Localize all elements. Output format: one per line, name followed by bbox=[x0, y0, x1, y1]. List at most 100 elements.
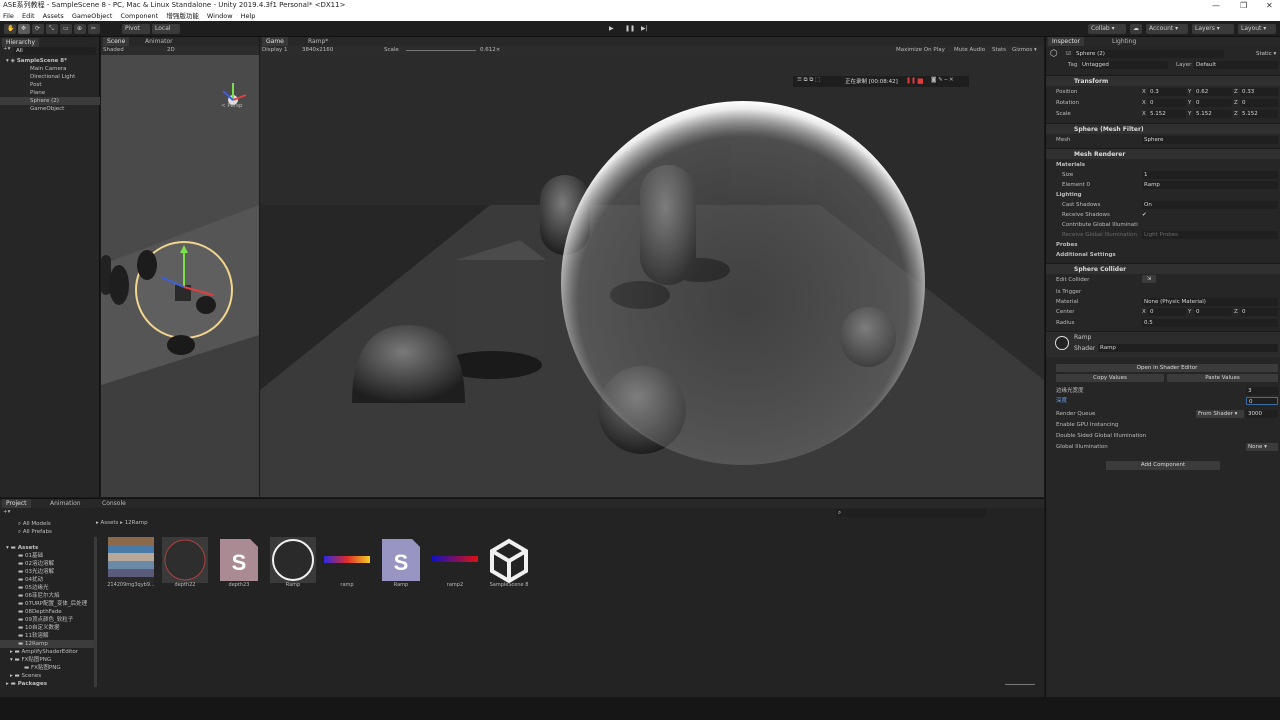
folder-item[interactable]: ▸ ▬ AmplifyShaderEditor bbox=[0, 648, 95, 656]
object-name-field[interactable]: Sphere (2) bbox=[1074, 50, 1224, 58]
move-tool-icon[interactable]: ✥ bbox=[18, 24, 30, 34]
tab-console[interactable]: Console bbox=[98, 499, 130, 508]
edge-width-field[interactable]: 3 bbox=[1246, 387, 1278, 395]
rotation-y[interactable]: 0 bbox=[1194, 99, 1232, 107]
pause-record-icon[interactable]: ❚❚ bbox=[906, 77, 916, 84]
radius-field[interactable]: 0.5 bbox=[1142, 319, 1278, 327]
tag-dropdown[interactable]: Untagged bbox=[1080, 61, 1168, 69]
resolution-dropdown[interactable]: 3840x2160 bbox=[302, 47, 333, 53]
tab-game[interactable]: Game bbox=[262, 37, 288, 46]
stop-record-icon[interactable]: ■ bbox=[917, 77, 924, 85]
hierarchy-item[interactable]: Main Camera bbox=[0, 65, 100, 73]
breadcrumb-12ramp[interactable]: 12Ramp bbox=[125, 520, 148, 526]
materials-foldout[interactable]: Materials bbox=[1046, 160, 1280, 170]
hierarchy-item[interactable]: Directional Light bbox=[0, 73, 100, 81]
assets-root[interactable]: ▾ ▬ Assets bbox=[0, 544, 95, 552]
center-z[interactable]: 0 bbox=[1240, 308, 1278, 316]
tab-project[interactable]: Project bbox=[2, 499, 31, 508]
rotation-z[interactable]: 0 bbox=[1240, 99, 1278, 107]
position-x[interactable]: 0.3 bbox=[1148, 88, 1186, 96]
folder-item[interactable]: ▬ 08DepthFade bbox=[0, 608, 95, 616]
global-illumination-dropdown[interactable]: None ▾ bbox=[1246, 443, 1278, 451]
pause-button[interactable]: ❚❚ bbox=[622, 24, 635, 34]
menu-component[interactable]: Component bbox=[120, 12, 158, 20]
asset-material[interactable]: depth22 bbox=[162, 537, 208, 588]
project-create-icon[interactable]: +▾ bbox=[3, 509, 10, 515]
folder-item[interactable]: ▬ 11软溶解 bbox=[0, 632, 95, 640]
folder-item[interactable]: ▬ 09顶点颜色_软粒子 bbox=[0, 616, 95, 624]
transform-tool-icon[interactable]: ⊕ bbox=[74, 24, 86, 34]
project-search-input[interactable]: ⌕ bbox=[836, 509, 986, 517]
cast-shadows-dropdown[interactable]: On bbox=[1142, 201, 1278, 209]
display-dropdown[interactable]: Display 1 bbox=[262, 47, 288, 53]
pivot-toggle[interactable]: Pivot bbox=[122, 24, 150, 34]
mesh-field[interactable]: Sphere bbox=[1142, 136, 1278, 144]
folder-item[interactable]: ▬ 04扰动 bbox=[0, 576, 95, 584]
folder-item-selected[interactable]: ▬ 12Ramp bbox=[0, 640, 95, 648]
asset-ramp-texture[interactable]: ramp2 bbox=[432, 537, 478, 588]
scene-root[interactable]: ▾ ◈ SampleScene 8* bbox=[0, 57, 100, 65]
tree-scrollbar[interactable] bbox=[94, 537, 97, 687]
edit-collider-button[interactable]: ⇲ bbox=[1142, 275, 1156, 283]
menu-assets[interactable]: Assets bbox=[43, 12, 64, 20]
paste-values-button[interactable]: Paste Values bbox=[1167, 374, 1278, 382]
mesh-renderer-header[interactable]: Mesh Renderer bbox=[1046, 148, 1280, 159]
folder-item[interactable]: ▬ 06菲尼尔大焰 bbox=[0, 592, 95, 600]
maximize-toggle[interactable]: Maximize On Play bbox=[896, 47, 945, 53]
favorite-item[interactable]: ⌕ All Prefabs bbox=[0, 528, 95, 536]
receive-gi-dropdown[interactable]: Light Probes bbox=[1142, 231, 1278, 239]
shader-dropdown[interactable]: Ramp bbox=[1098, 344, 1278, 352]
hierarchy-item-selected[interactable]: Sphere (2) bbox=[0, 97, 100, 105]
receive-shadows-checkbox[interactable]: ✔ bbox=[1142, 210, 1147, 220]
layer-dropdown[interactable]: Default bbox=[1194, 61, 1278, 69]
transform-header[interactable]: Transform bbox=[1046, 75, 1280, 86]
minimize-icon[interactable]: — bbox=[1212, 0, 1220, 11]
shading-dropdown[interactable]: Shaded bbox=[103, 47, 124, 53]
favorite-item[interactable]: ⌕ All Models bbox=[0, 520, 95, 528]
persp-label[interactable]: < Persp bbox=[221, 103, 242, 109]
menu-window[interactable]: Window bbox=[207, 12, 233, 20]
copy-values-button[interactable]: Copy Values bbox=[1056, 374, 1164, 382]
tab-ramp[interactable]: Ramp* bbox=[304, 37, 332, 46]
active-checkbox[interactable]: ☑ bbox=[1066, 49, 1071, 59]
center-x[interactable]: 0 bbox=[1148, 308, 1186, 316]
probes-foldout[interactable]: Probes bbox=[1046, 240, 1280, 250]
layers-dropdown[interactable]: Layers ▾ bbox=[1192, 24, 1234, 34]
tab-lighting[interactable]: Lighting bbox=[1108, 37, 1140, 46]
collider-material-field[interactable]: None (Physic Material) bbox=[1142, 298, 1278, 306]
center-y[interactable]: 0 bbox=[1194, 308, 1232, 316]
maximize-icon[interactable]: ❐ bbox=[1240, 0, 1247, 11]
create-icon[interactable]: +▾ bbox=[3, 46, 10, 52]
local-toggle[interactable]: Local bbox=[152, 24, 180, 34]
zoom-slider[interactable] bbox=[1005, 684, 1035, 685]
lighting-foldout[interactable]: Lighting bbox=[1046, 190, 1280, 200]
packages-root[interactable]: ▸ ▬ Packages bbox=[0, 680, 95, 688]
menu-help[interactable]: Help bbox=[241, 12, 256, 20]
mesh-filter-header[interactable]: Sphere (Mesh Filter) bbox=[1046, 123, 1280, 134]
menu-enhanced[interactable]: 增强版功能 bbox=[166, 12, 199, 20]
menu-icon[interactable]: ☰ ⧉ ⧉ ⬚ bbox=[797, 77, 820, 84]
scene-view[interactable]: Scene Animator Shaded 2D < Persp bbox=[101, 37, 259, 497]
material-header[interactable]: Ramp Shader Ramp bbox=[1046, 331, 1280, 357]
asset-shader[interactable]: S depth23 bbox=[216, 537, 262, 588]
rotation-x[interactable]: 0 bbox=[1148, 99, 1186, 107]
tab-scene[interactable]: Scene bbox=[103, 37, 130, 46]
asset-material[interactable]: Ramp bbox=[270, 537, 316, 588]
scale-x[interactable]: 5.152 bbox=[1148, 110, 1186, 118]
play-button[interactable]: ▶ bbox=[606, 24, 618, 34]
menu-gameobject[interactable]: GameObject bbox=[72, 12, 113, 20]
render-queue-field[interactable]: 3000 bbox=[1246, 410, 1278, 418]
position-z[interactable]: 0.33 bbox=[1240, 88, 1278, 96]
tab-animation[interactable]: Animation bbox=[46, 499, 85, 508]
camera-icon[interactable]: ◙ ✎ ⎯ ✕ bbox=[931, 77, 954, 84]
render-queue-mode-dropdown[interactable]: From Shader ▾ bbox=[1196, 410, 1244, 418]
2d-toggle[interactable]: 2D bbox=[167, 47, 175, 53]
static-dropdown[interactable]: Static ▾ bbox=[1256, 49, 1276, 59]
breadcrumb-assets[interactable]: Assets bbox=[101, 520, 119, 526]
folder-item[interactable]: ▬ 01基础 bbox=[0, 552, 95, 560]
hierarchy-search-input[interactable]: All bbox=[14, 47, 96, 55]
folder-item[interactable]: ▬ 10自定义数据 bbox=[0, 624, 95, 632]
additional-foldout[interactable]: Additional Settings bbox=[1046, 250, 1280, 260]
gizmos-dropdown[interactable]: Gizmos ▾ bbox=[1012, 47, 1037, 53]
folder-item[interactable]: ▬ 05边缘光 bbox=[0, 584, 95, 592]
